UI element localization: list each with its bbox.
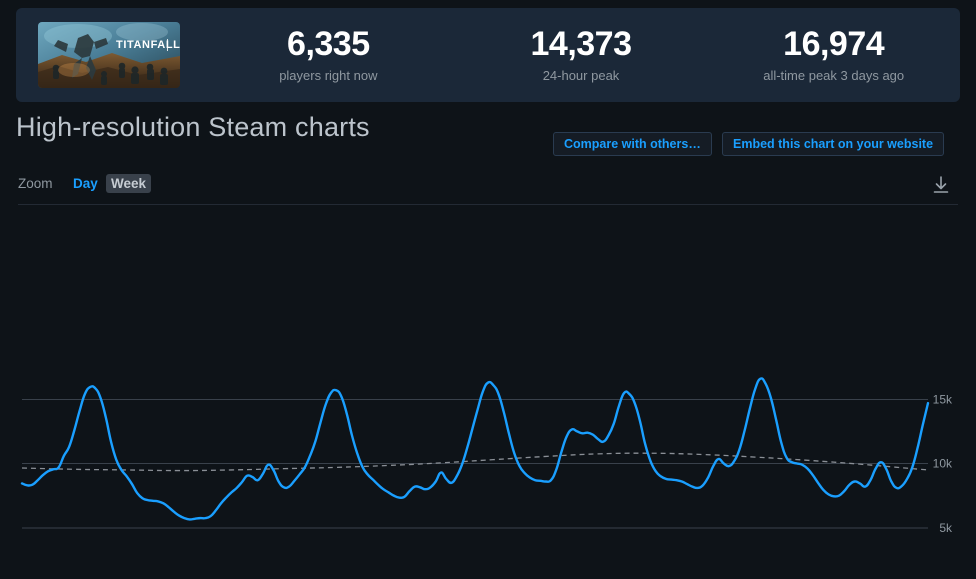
- stat-value: 6,335: [287, 24, 370, 63]
- svg-text:10k: 10k: [933, 457, 953, 471]
- stat-value: 16,974: [783, 24, 885, 63]
- chart-y-axis-labels: 05k10k15k: [933, 392, 953, 535]
- chart-panel: High-resolution Steam charts Compare wit…: [0, 112, 976, 579]
- steamdb-chart-page: TITANFALL 2 6,335 players right now 14,3…: [0, 0, 976, 579]
- stat-24h-peak: 14,373 24-hour peak: [455, 24, 708, 84]
- stat-players-now: 6,335 players right now: [202, 24, 455, 84]
- titanfall-cover-art: TITANFALL 2: [38, 22, 180, 88]
- players-chart-svg[interactable]: 05k10k15k 22. Apr23. Apr24. Apr25. Apr26…: [0, 212, 976, 579]
- embed-chart-button[interactable]: Embed this chart on your website: [722, 132, 945, 156]
- capsule-title-text: TITANFALL 2: [116, 39, 180, 51]
- zoom-label: Zoom: [18, 176, 53, 191]
- download-icon[interactable]: [930, 174, 952, 196]
- stat-label: all-time peak 3 days ago: [763, 68, 905, 84]
- game-capsule-container[interactable]: TITANFALL 2: [16, 22, 202, 88]
- svg-text:15k: 15k: [933, 392, 953, 406]
- header-divider: [18, 204, 958, 205]
- zoom-option-week[interactable]: Week: [106, 174, 152, 193]
- svg-text:5k: 5k: [939, 521, 953, 535]
- stat-all-time-peak: 16,974 all-time peak 3 days ago: [707, 24, 960, 84]
- chart-gridlines: [22, 398, 928, 529]
- chart-plot-area[interactable]: 05k10k15k 22. Apr23. Apr24. Apr25. Apr26…: [0, 212, 976, 579]
- game-stats-card: TITANFALL 2 6,335 players right now 14,3…: [16, 8, 960, 102]
- stat-label: 24-hour peak: [542, 68, 620, 84]
- compare-with-others-button[interactable]: Compare with others…: [553, 132, 712, 156]
- game-capsule-image[interactable]: TITANFALL 2: [38, 22, 180, 88]
- stat-value: 14,373: [530, 24, 632, 63]
- zoom-option-day[interactable]: Day: [68, 174, 103, 193]
- zoom-controls: Zoom Day Week: [0, 170, 976, 204]
- chart-header: High-resolution Steam charts Compare wit…: [0, 112, 976, 164]
- page-title: High-resolution Steam charts: [16, 112, 370, 142]
- stat-label: players right now: [279, 68, 378, 84]
